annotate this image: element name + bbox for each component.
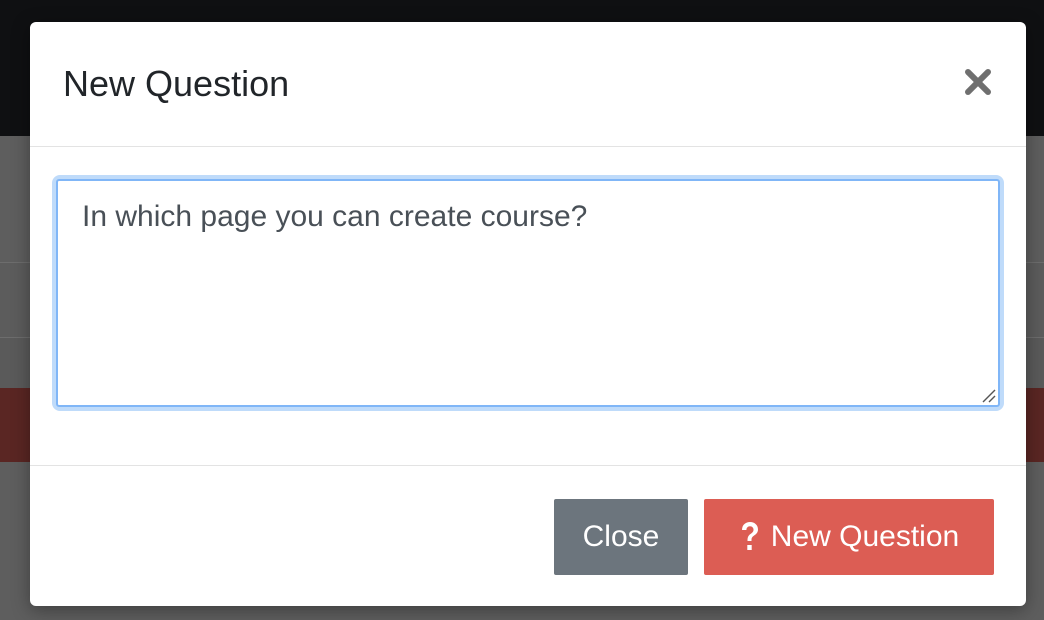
close-icon	[958, 62, 998, 102]
dialog-close-button[interactable]	[958, 62, 998, 102]
new-question-button[interactable]: New Question	[704, 499, 994, 575]
dialog-body: In which page you can create course?	[30, 147, 1026, 465]
dialog-title: New Question	[63, 63, 290, 104]
new-question-dialog: New Question In which page you can creat…	[30, 22, 1026, 606]
question-input[interactable]: In which page you can create course?	[56, 179, 1000, 407]
dialog-header: New Question	[30, 22, 1026, 147]
dialog-footer: Close New Question	[30, 465, 1026, 606]
question-input-wrapper: In which page you can create course?	[56, 179, 1000, 407]
close-button-label: Close	[582, 520, 660, 553]
close-button[interactable]: Close	[554, 499, 688, 575]
new-question-button-label: New Question	[770, 520, 960, 553]
question-mark-icon	[739, 521, 761, 553]
